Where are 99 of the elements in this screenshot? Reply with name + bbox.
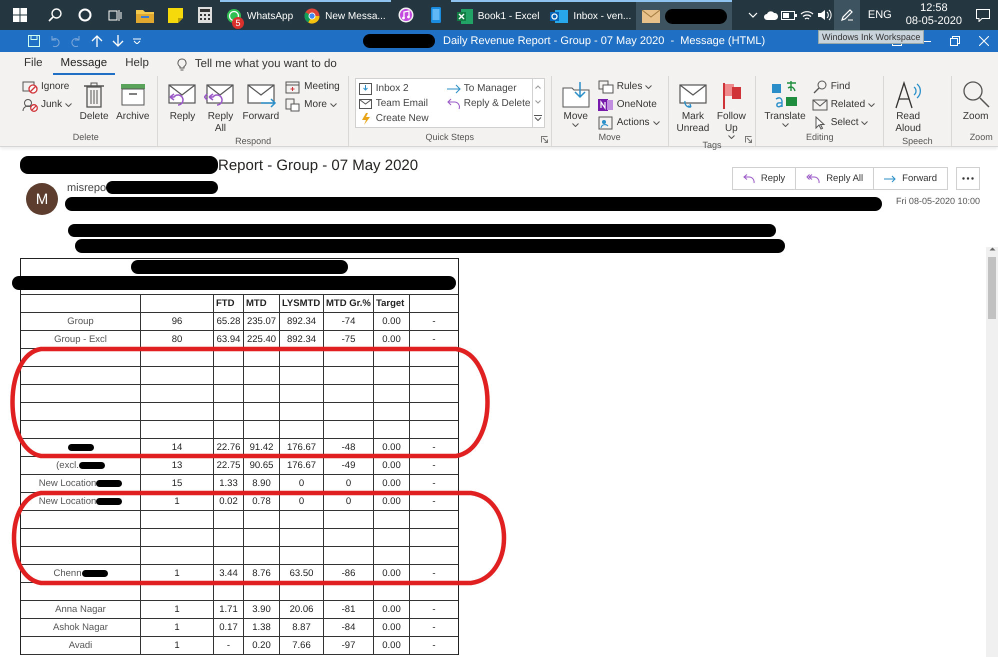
table-cell: 3.90 bbox=[244, 601, 280, 618]
table-cell-text: New Location bbox=[38, 477, 96, 491]
table-cell: 1 bbox=[141, 565, 214, 582]
table-cell: -75 bbox=[324, 331, 374, 348]
group-label: Respond bbox=[234, 136, 272, 146]
table-cell: 15 bbox=[141, 475, 214, 492]
table-cell: -49 bbox=[324, 457, 374, 474]
table-cell-text: Group - Excl bbox=[54, 333, 107, 347]
table-cell: 22.76 bbox=[214, 439, 244, 456]
table-cell-text: Anna Nagar bbox=[55, 603, 106, 617]
table-cell: 20.06 bbox=[280, 601, 324, 618]
table-cell-text: - bbox=[431, 621, 437, 635]
sender-name: misrepo bbox=[67, 182, 106, 194]
group-label: Zoom bbox=[970, 132, 993, 144]
table-cell: 0 bbox=[324, 475, 374, 492]
table-cell: 13 bbox=[141, 457, 214, 474]
table-cell: 892.34 bbox=[280, 331, 324, 348]
table-cell: 65.28 bbox=[214, 313, 244, 330]
table-cell: 176.67 bbox=[280, 457, 324, 474]
table-cell: 22.75 bbox=[214, 457, 244, 474]
table-cell: 0.00 bbox=[374, 619, 410, 636]
column-header: MTD bbox=[244, 295, 280, 312]
table-cell: 63.94 bbox=[214, 331, 244, 348]
table-cell: 0 bbox=[324, 493, 374, 510]
notification-badge: 5 bbox=[232, 17, 244, 29]
table-cell: 176.67 bbox=[280, 439, 324, 456]
table-cell-text: - bbox=[431, 315, 437, 329]
table-cell: 892.34 bbox=[280, 313, 324, 330]
table-cell: 96 bbox=[141, 313, 214, 330]
table-cell: 1.38 bbox=[244, 619, 280, 636]
message-date: Fri 08-05-2020 10:00 bbox=[896, 196, 980, 206]
table-cell: -84 bbox=[324, 619, 374, 636]
table-cell: 0.00 bbox=[374, 475, 410, 492]
column-header: FTD bbox=[214, 295, 244, 312]
table-cell-text: - bbox=[431, 567, 437, 581]
table-cell-text: - bbox=[431, 459, 437, 473]
table-cell: -97 bbox=[324, 637, 374, 654]
table-cell-text: New Location bbox=[38, 495, 96, 509]
table-cell: 0.20 bbox=[244, 637, 280, 654]
table-cell: 0.78 bbox=[244, 493, 280, 510]
table-cell: 14 bbox=[141, 439, 214, 456]
table-cell-text: - bbox=[431, 441, 437, 455]
table-cell: -74 bbox=[324, 313, 374, 330]
column-header: Target bbox=[374, 295, 410, 312]
table-cell-text: Chenn bbox=[54, 567, 82, 581]
table-cell: 235.07 bbox=[244, 313, 280, 330]
table-cell: 0.00 bbox=[374, 493, 410, 510]
group-label: Editing bbox=[804, 132, 835, 144]
table-cell: 0.02 bbox=[214, 493, 244, 510]
table-cell: 225.40 bbox=[244, 331, 280, 348]
table-cell: 0.00 bbox=[374, 637, 410, 654]
group-label: Speech bbox=[902, 136, 933, 146]
table-cell: 90.65 bbox=[244, 457, 280, 474]
message-subject: Report - Group - 07 May 2020 bbox=[218, 156, 418, 174]
group-label: Move bbox=[598, 132, 622, 144]
table-cell: 0 bbox=[280, 493, 324, 510]
table-cell: 0.00 bbox=[374, 601, 410, 618]
table-cell: 0 bbox=[280, 475, 324, 492]
table-cell-text: Ashok Nagar bbox=[53, 621, 108, 635]
table-cell: -48 bbox=[324, 439, 374, 456]
group-label: Delete bbox=[72, 132, 100, 144]
table-cell: 80 bbox=[141, 331, 214, 348]
table-cell: 1 bbox=[141, 601, 214, 618]
column-header: MTD Gr.% bbox=[324, 295, 374, 312]
column-header: LYSMTD bbox=[280, 295, 324, 312]
table-cell-text: Group bbox=[67, 315, 94, 329]
table-cell-text: - bbox=[431, 477, 437, 491]
tooltip: Windows Ink Workspace bbox=[818, 30, 924, 44]
table-cell: 8.76 bbox=[244, 565, 280, 582]
table-cell: -81 bbox=[324, 601, 374, 618]
table-cell: 1.33 bbox=[214, 475, 244, 492]
table-cell-text: - bbox=[431, 333, 437, 347]
group-label: Tags bbox=[701, 140, 722, 150]
table-cell: 1.71 bbox=[214, 601, 244, 618]
table-cell: 0.00 bbox=[374, 331, 410, 348]
table-cell: - bbox=[214, 637, 244, 654]
table-cell: 63.50 bbox=[280, 565, 324, 582]
table-cell-text: Avadi bbox=[68, 639, 92, 653]
table-cell: 1 bbox=[141, 493, 214, 510]
table-cell: 8.90 bbox=[244, 475, 280, 492]
table-cell: 3.44 bbox=[214, 565, 244, 582]
table-cell-text: - bbox=[431, 495, 437, 509]
table-cell: 91.42 bbox=[244, 439, 280, 456]
table-cell-text: - bbox=[431, 603, 437, 617]
table-cell: 1 bbox=[141, 637, 214, 654]
avatar: M bbox=[26, 183, 58, 215]
table-cell: 8.87 bbox=[280, 619, 324, 636]
table-cell-text: - bbox=[431, 639, 437, 653]
table-cell: 0.17 bbox=[214, 619, 244, 636]
table-cell: 1 bbox=[141, 619, 214, 636]
table-cell: 0.00 bbox=[374, 439, 410, 456]
table-cell-text: (excl. bbox=[56, 459, 79, 473]
window-title: Daily Revenue Report - Group - 07 May 2020 - Message (HTML) bbox=[443, 35, 766, 47]
table-cell: 0.00 bbox=[374, 457, 410, 474]
table-cell: 7.66 bbox=[280, 637, 324, 654]
group-label: Quick Steps bbox=[424, 132, 476, 144]
table-cell: 0.00 bbox=[374, 313, 410, 330]
table-cell: -86 bbox=[324, 565, 374, 582]
table-cell: 0.00 bbox=[374, 565, 410, 582]
